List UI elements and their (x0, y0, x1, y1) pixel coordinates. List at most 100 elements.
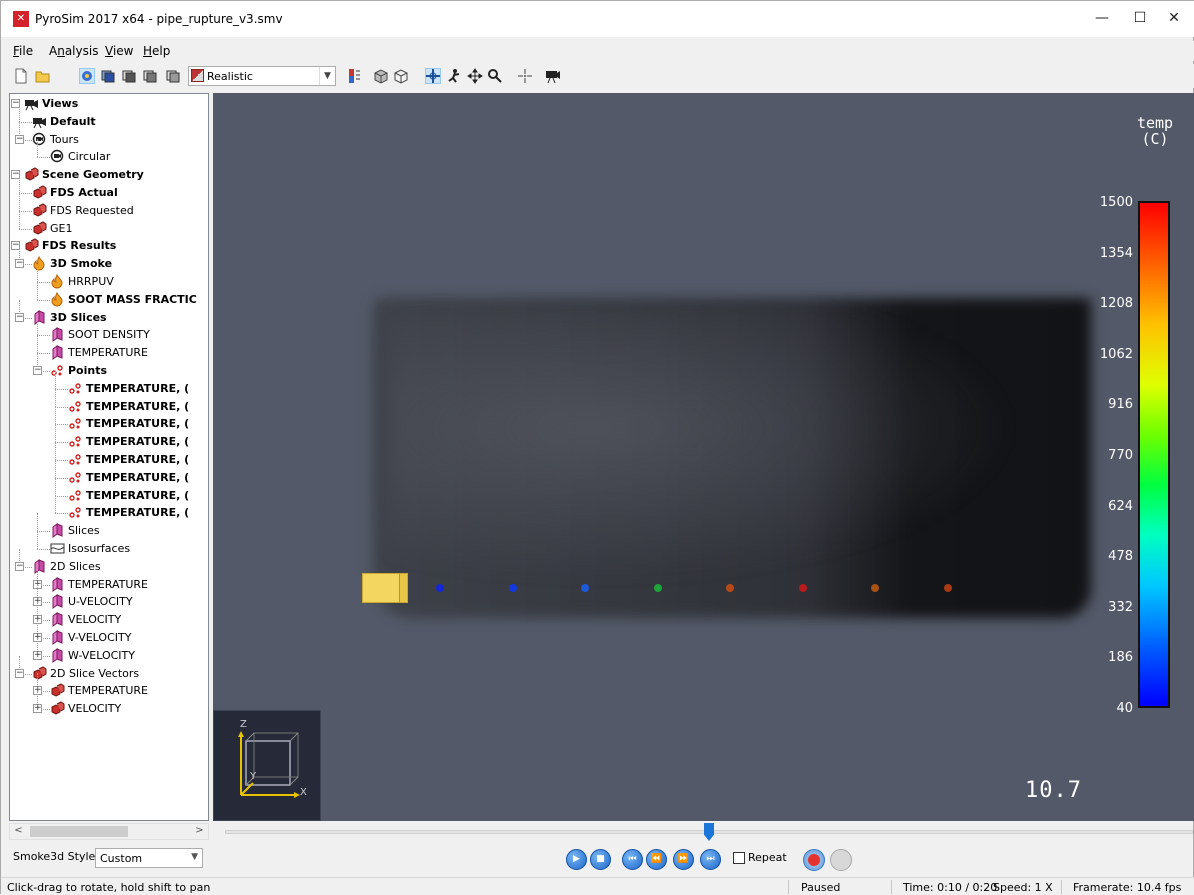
tree-node[interactable]: − Points (10, 353, 208, 380)
step-forward-icon[interactable]: ⏩ (673, 849, 694, 870)
temperature-probe-point (943, 584, 952, 592)
colorbar-icon[interactable] (346, 68, 362, 84)
play-icon[interactable]: ▶ (566, 849, 587, 870)
tree-node[interactable]: + TEMPERATURE (10, 566, 208, 594)
tree-node[interactable]: SOOT DENSITY (10, 317, 208, 344)
tree-node-label: TEMPERATURE, ( (86, 399, 190, 413)
tree-node[interactable]: TEMPERATURE, ( (10, 406, 208, 433)
tree-node[interactable]: − 3D Smoke (10, 246, 208, 273)
expand-icon[interactable]: + (33, 650, 42, 660)
scrollbar-thumb[interactable] (30, 826, 128, 837)
smoke3d-style-dropdown[interactable]: Custom ▼ (95, 848, 203, 868)
tree-node[interactable]: TEMPERATURE, ( (10, 495, 208, 522)
tree-node[interactable]: HRRPUV (10, 264, 208, 291)
tree-node[interactable]: GE1 (10, 210, 208, 238)
tree-node[interactable]: − FDS Results (10, 237, 208, 255)
camera-icon[interactable] (545, 68, 561, 84)
tree-node-label: FDS Results (42, 239, 117, 253)
tree-node[interactable]: Slices (10, 513, 208, 540)
view-iso-icon[interactable] (165, 68, 181, 84)
smoke3d-style-label: Smoke3d Style: (13, 850, 99, 863)
render-mode-icon (191, 69, 204, 82)
slice-icon (50, 345, 65, 361)
view-front-icon[interactable] (121, 68, 137, 84)
tree-node[interactable]: + V-VELOCITY (10, 620, 208, 647)
chevron-down-icon: ▼ (191, 852, 198, 862)
collapse-icon[interactable]: − (15, 134, 24, 144)
tree-node[interactable]: FDS Actual (10, 175, 208, 202)
skip-to-start-icon[interactable]: ⏮ (622, 849, 643, 870)
record-button[interactable] (803, 849, 825, 871)
tree-node[interactable]: SOOT MASS FRACTIC (10, 281, 208, 309)
tree-node[interactable]: TEMPERATURE, ( (10, 424, 208, 451)
tree-node-label: Tours (50, 132, 79, 146)
render-mode-dropdown[interactable]: Realistic ▼ (188, 66, 336, 86)
tree-node[interactable]: + U-VELOCITY (10, 584, 208, 611)
view-top-icon[interactable] (100, 68, 116, 84)
tree-node[interactable]: − Tours (10, 121, 208, 149)
tree-node[interactable]: Circular (10, 139, 208, 166)
geometry-icon (24, 167, 39, 182)
3d-viewport[interactable]: temp (C) 1500 1354 1208 1062 916 770 624 478 332… (213, 93, 1194, 821)
menu-analysis[interactable]: Analysis (49, 44, 98, 58)
collapse-icon[interactable]: − (15, 259, 24, 269)
tree-node[interactable]: TEMPERATURE, ( (10, 477, 208, 505)
view-side-icon[interactable] (142, 68, 158, 84)
colorbar-tick-label: 1354 (1099, 245, 1133, 261)
navigate-view-icon[interactable] (79, 68, 95, 84)
zoom-icon[interactable] (487, 68, 503, 84)
wire-objects-icon[interactable] (393, 68, 409, 84)
collapse-icon[interactable]: − (15, 312, 24, 322)
tree-node[interactable]: + VELOCITY (10, 691, 208, 718)
tree-node[interactable]: − 2D Slices (10, 548, 208, 576)
step-back-icon[interactable]: ⏪ (646, 849, 667, 870)
views-camera-icon (24, 96, 39, 111)
solid-objects-icon[interactable] (373, 68, 389, 84)
tree-node[interactable]: FDS Requested (10, 192, 208, 220)
tree-node[interactable]: − 3D Slices (10, 299, 208, 327)
tree-node[interactable]: − Views (10, 95, 208, 113)
close-button[interactable]: ✕ (1151, 1, 1194, 37)
skip-to-end-icon[interactable]: ⏭ (700, 849, 721, 870)
slice-icon (50, 612, 65, 628)
timeline-slider-thumb[interactable] (704, 823, 714, 841)
stop-record-button[interactable] (830, 849, 852, 871)
new-file-icon[interactable] (13, 68, 29, 84)
stop-icon[interactable]: ■ (590, 849, 611, 870)
open-folder-icon[interactable] (35, 68, 51, 84)
menu-view[interactable]: View (105, 44, 133, 58)
tree-node[interactable]: − 2D Slice Vectors (10, 655, 208, 683)
collapse-icon[interactable]: − (15, 561, 24, 571)
select-icon[interactable] (517, 68, 533, 84)
collapse-icon[interactable]: − (15, 668, 24, 678)
menu-file[interactable]: File (13, 44, 33, 58)
tree-node[interactable]: TEMPERATURE (10, 335, 208, 362)
tree-node[interactable]: + TEMPERATURE (10, 673, 208, 700)
tree-node[interactable]: TEMPERATURE, ( (10, 370, 208, 398)
tree-node[interactable]: + VELOCITY (10, 602, 208, 629)
orbit-icon[interactable] (425, 68, 441, 84)
collapse-icon[interactable]: − (33, 366, 42, 375)
tree-node[interactable]: Default (10, 103, 208, 131)
repeat-checkbox[interactable] (733, 852, 745, 864)
tree-node[interactable]: TEMPERATURE, ( (10, 442, 208, 469)
tree-node[interactable]: TEMPERATURE, ( (10, 459, 208, 487)
tree-node-label: 3D Slices (50, 310, 107, 324)
tree-node[interactable]: + W-VELOCITY (10, 637, 208, 665)
expand-icon[interactable]: + (33, 704, 42, 714)
scroll-left-icon[interactable]: < (11, 825, 26, 838)
navigation-tree[interactable]: − Views Default − Tours Circular − Scene Geomet… (9, 93, 209, 821)
menu-help[interactable]: Help (143, 44, 170, 58)
tree-node-label: SOOT DENSITY (68, 328, 150, 342)
tree-node[interactable]: Isosurfaces (10, 531, 208, 558)
tree-horizontal-scrollbar[interactable]: < > (9, 823, 209, 840)
scroll-right-icon[interactable]: > (192, 825, 207, 838)
points-icon (68, 488, 83, 503)
roam-icon[interactable] (446, 68, 462, 84)
tree-node[interactable]: − Scene Geometry (10, 166, 208, 184)
tree-node[interactable]: TEMPERATURE, ( (10, 388, 208, 416)
repeat-label[interactable]: Repeat (748, 851, 787, 864)
tour-icon (50, 149, 65, 164)
pan-icon[interactable] (467, 68, 483, 84)
tour-icon (32, 132, 47, 147)
